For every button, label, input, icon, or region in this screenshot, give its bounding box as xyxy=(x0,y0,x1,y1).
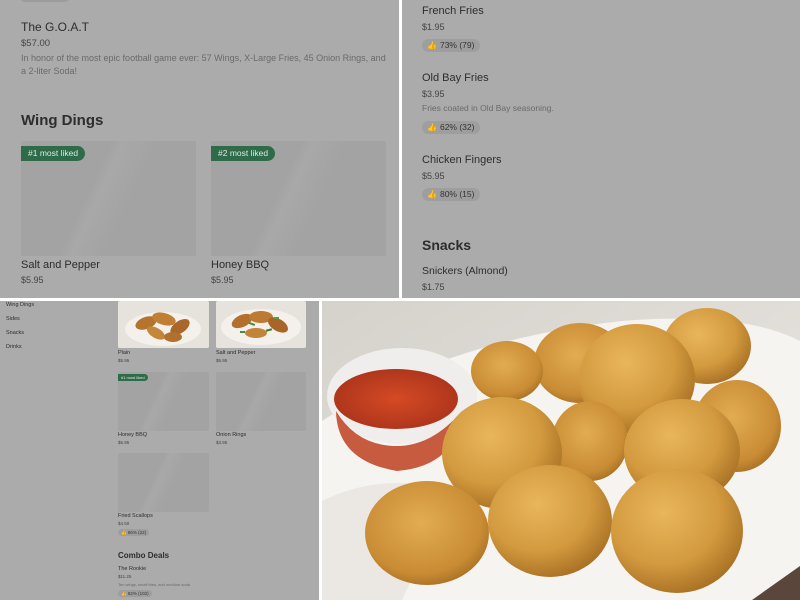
item-price: $5.95 xyxy=(422,171,445,181)
most-liked-badge: #1 most liked xyxy=(118,374,148,381)
item-price: $5.95 xyxy=(216,358,228,363)
rating-text: 82% (102) xyxy=(127,591,149,596)
rating-text: 73% (79) xyxy=(439,40,475,50)
item-description: Ten wings, small fries, and medium soda xyxy=(118,582,191,587)
item-name[interactable]: Plain xyxy=(118,350,130,356)
item-name[interactable]: Chicken Fingers xyxy=(422,154,501,166)
item-name[interactable]: Old Bay Fries xyxy=(422,72,489,84)
section-title: Wing Dings xyxy=(21,112,104,129)
thumbs-up-icon: 👍 xyxy=(121,591,127,596)
item-description: In honor of the most epic football game … xyxy=(21,53,386,76)
rating-text: 86% (22) xyxy=(127,530,147,535)
food-photo-illustration xyxy=(322,301,800,600)
item-name[interactable]: The G.O.A.T xyxy=(21,20,89,34)
menu-panel-bottom-left: Wing Dings Sides Snacks Drinks Plain $5.… xyxy=(0,301,319,600)
item-price: $5.95 xyxy=(21,275,44,285)
food-image[interactable] xyxy=(118,453,209,512)
item-price: $4.50 xyxy=(118,521,130,526)
item-price: $5.95 xyxy=(211,275,234,285)
item-price: $3.95 xyxy=(422,89,445,99)
item-price: $1.75 xyxy=(422,282,445,292)
rating-pill: 👍 80% (15) xyxy=(422,188,481,201)
wings-photo[interactable] xyxy=(216,301,306,348)
menu-panel-top-left: The G.O.A.T $57.00 In honor of the most … xyxy=(0,0,399,298)
item-price: $5.95 xyxy=(118,358,130,363)
item-price: $1.95 xyxy=(422,22,445,32)
nav-item-drinks[interactable]: Drinks xyxy=(6,344,22,350)
thumbs-up-icon: 👍 xyxy=(427,190,437,199)
rating-text: 80% (15) xyxy=(439,189,475,199)
item-name[interactable]: Fried Scallops xyxy=(118,513,153,519)
nav-item-snacks[interactable]: Snacks xyxy=(6,330,24,336)
thumbs-up-icon: 👍 xyxy=(427,123,437,132)
item-name[interactable]: Salt and Pepper xyxy=(21,259,100,271)
item-price: $57.00 xyxy=(21,38,51,49)
food-image[interactable] xyxy=(216,372,306,431)
item-name[interactable]: The Rookie xyxy=(118,566,146,572)
rating-pill: 👍 82% (102) xyxy=(118,590,152,597)
most-liked-badge: #1 most liked xyxy=(21,146,86,161)
item-name[interactable]: Honey BBQ xyxy=(118,432,147,438)
most-liked-badge: #2 most liked xyxy=(211,146,276,161)
rating-pill-partial xyxy=(20,0,70,2)
nav-item-sides[interactable]: Sides xyxy=(6,316,20,322)
thumbs-up-icon: 👍 xyxy=(427,41,437,50)
section-title: Snacks xyxy=(422,237,472,253)
rating-text: 62% (32) xyxy=(439,122,475,132)
item-price: $3.95 xyxy=(216,440,228,445)
rating-pill: 👍 62% (32) xyxy=(422,121,481,134)
item-price: $5.95 xyxy=(118,440,130,445)
item-name[interactable]: Snickers (Almond) xyxy=(422,265,508,277)
thumbs-up-icon: 👍 xyxy=(121,530,127,535)
rating-pill: 👍 73% (79) xyxy=(422,39,481,52)
wings-photo[interactable] xyxy=(118,301,209,348)
item-description: Fries coated in Old Bay seasoning. xyxy=(422,103,554,113)
menu-panel-top-right: French Fries $1.95 👍 73% (79) Old Bay Fri… xyxy=(402,0,800,298)
rating-pill: 👍 86% (22) xyxy=(118,529,150,536)
item-name[interactable]: French Fries xyxy=(422,5,484,17)
fried-scallops-photo xyxy=(322,301,800,600)
item-name[interactable]: Honey BBQ xyxy=(211,259,269,271)
nav-item-wing-dings[interactable]: Wing Dings xyxy=(6,302,34,308)
section-title: Combo Deals xyxy=(118,551,170,560)
item-name[interactable]: Onion Rings xyxy=(216,432,246,438)
item-price: $11.25 xyxy=(118,574,132,579)
item-name[interactable]: Salt and Pepper xyxy=(216,350,255,356)
